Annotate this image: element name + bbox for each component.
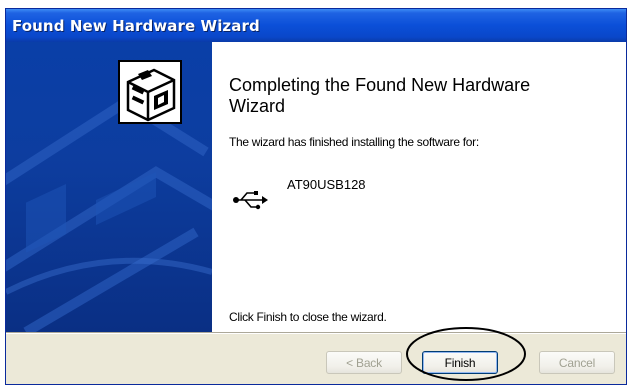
closing-instruction: Click Finish to close the wizard. [229, 310, 387, 324]
wizard-sidebar [6, 42, 212, 332]
cancel-button[interactable]: Cancel [539, 351, 615, 374]
page-title: Completing the Found New Hardware Wizard [229, 75, 531, 116]
wizard-window: Found New Hardware Wizard Completing the… [5, 8, 627, 385]
window-title: Found New Hardware Wizard [12, 17, 260, 35]
back-button[interactable]: < Back [326, 351, 402, 374]
usb-icon [233, 191, 268, 210]
description-text: The wizard has finished installing the s… [229, 135, 479, 149]
finish-button[interactable]: Finish [422, 351, 498, 374]
divider [6, 332, 626, 334]
hardware-wizard-icon [118, 60, 182, 124]
content-panel: Completing the Found New Hardware Wizard… [212, 42, 626, 332]
title-bar[interactable]: Found New Hardware Wizard [6, 9, 626, 42]
device-name: AT90USB128 [287, 177, 366, 192]
